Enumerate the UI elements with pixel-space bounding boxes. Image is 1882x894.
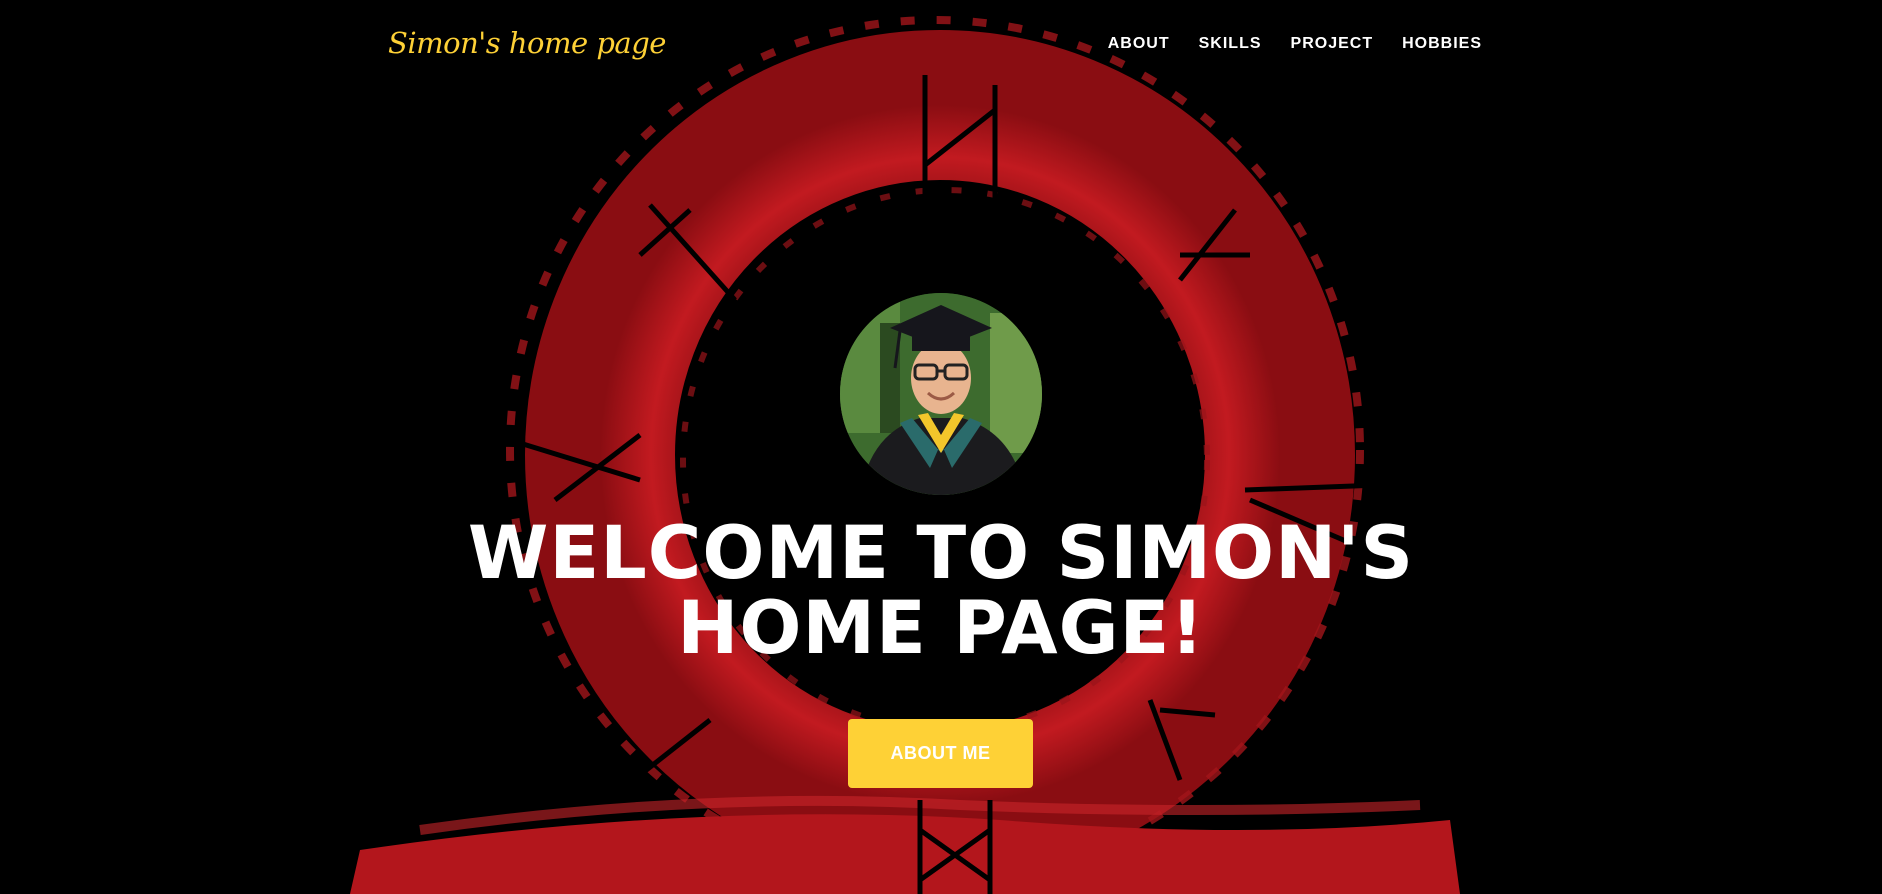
- about-me-button[interactable]: ABOUT ME: [848, 719, 1033, 788]
- graduate-portrait-icon: [840, 293, 1042, 495]
- hero-heading-line-2: HOME PAGE!: [677, 586, 1205, 671]
- nav-link-skills[interactable]: SKILLS: [1199, 35, 1262, 53]
- nav-link-project[interactable]: PROJECT: [1291, 35, 1374, 53]
- nav-links: ABOUT SKILLS PROJECT HOBBIES: [1108, 35, 1482, 53]
- hero-heading: WELCOME TO SIMON'S HOME PAGE!: [341, 516, 1541, 666]
- profile-avatar: [840, 293, 1042, 495]
- brand-logo-link[interactable]: Simon's home page: [388, 26, 666, 60]
- nav-link-about[interactable]: ABOUT: [1108, 35, 1170, 53]
- top-navbar: Simon's home page ABOUT SKILLS PROJECT H…: [0, 0, 1882, 90]
- nav-link-hobbies[interactable]: HOBBIES: [1402, 35, 1482, 53]
- home-page: Simon's home page ABOUT SKILLS PROJECT H…: [0, 0, 1882, 894]
- hero-heading-line-1: WELCOME TO SIMON'S: [467, 511, 1415, 596]
